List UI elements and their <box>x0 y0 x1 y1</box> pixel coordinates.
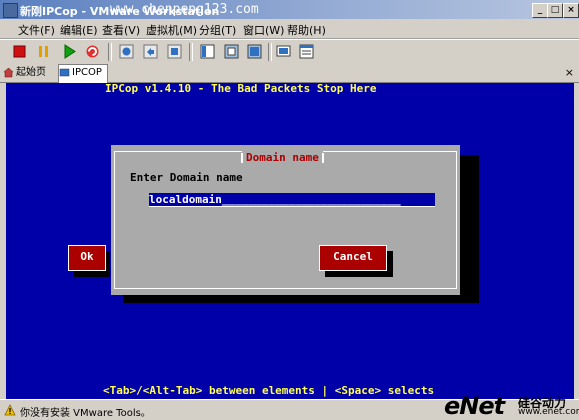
dialog-title: Domain name <box>241 151 324 164</box>
cancel-button[interactable]: Cancel <box>319 245 387 271</box>
tab-ipcop-label: IPCOP <box>72 67 102 78</box>
enet-logo: eNet <box>444 392 505 420</box>
menu-edit[interactable]: 编辑(E) <box>60 22 98 38</box>
dialog-prompt: Enter Domain name <box>130 171 243 184</box>
pause-icon[interactable] <box>35 43 52 60</box>
sidebar-icon[interactable] <box>199 43 216 60</box>
toolbar-separator <box>189 43 193 61</box>
window-title-bar[interactable]: 新刚IPCop - VMware Workstation www.chenpen… <box>0 0 579 19</box>
minimize-button[interactable]: _ <box>532 3 548 18</box>
snapshot-icon[interactable] <box>118 43 135 60</box>
full-screen-icon[interactable] <box>246 43 263 60</box>
menu-team[interactable]: 分组(T) <box>199 22 236 38</box>
tab-ipcop[interactable]: IPCOP <box>58 64 108 83</box>
reset-icon[interactable] <box>84 43 101 60</box>
revert-snapshot-icon[interactable] <box>142 43 159 60</box>
tab-bar: 起始页 IPCOP × <box>0 64 579 83</box>
watermark: www.chenpeng123.com <box>110 2 259 17</box>
home-icon <box>3 67 14 77</box>
close-button[interactable]: × <box>563 3 579 18</box>
domain-name-dialog: Domain name Enter Domain name localdomai… <box>111 145 460 295</box>
toolbar-separator <box>108 43 112 61</box>
domain-name-input[interactable]: localdomain___________________________ <box>149 193 435 207</box>
summary-view-icon[interactable] <box>298 43 315 60</box>
enet-brand: eNet 硅谷动力 www.enet.com.cn <box>444 392 579 420</box>
console-footer: <Tab>/<Alt-Tab> between elements | <Spac… <box>103 384 435 397</box>
menu-view[interactable]: 查看(V) <box>102 22 140 38</box>
toolbar <box>0 39 579 65</box>
warning-icon <box>4 404 16 416</box>
vmware-app-icon <box>3 3 18 18</box>
tab-home-label: 起始页 <box>16 67 46 78</box>
snapshot-manager-icon[interactable] <box>166 43 183 60</box>
ok-button[interactable]: Ok <box>68 245 106 271</box>
console-header: IPCop v1.4.10 - The Bad Packets Stop Her… <box>105 83 377 95</box>
vm-console[interactable]: IPCop v1.4.10 - The Bad Packets Stop Her… <box>6 83 574 399</box>
toolbar-separator <box>268 43 272 61</box>
power-on-icon[interactable] <box>61 43 78 60</box>
enet-brand-url: www.enet.com.cn <box>518 407 579 417</box>
menu-file[interactable]: 文件(F) <box>18 22 55 38</box>
domain-name-fill: ___________________________ <box>221 193 401 206</box>
domain-name-value: localdomain <box>149 193 222 206</box>
console-view-icon[interactable] <box>275 43 292 60</box>
vmware-tools-status[interactable]: 你没有安装 VMware Tools。 <box>20 404 151 419</box>
menu-window[interactable]: 窗口(W) <box>243 22 284 38</box>
power-off-icon[interactable] <box>11 43 28 60</box>
maximize-button[interactable]: □ <box>547 3 563 18</box>
menu-bar: 文件(F) 编辑(E) 查看(V) 虚拟机(M) 分组(T) 窗口(W) 帮助(… <box>0 19 579 39</box>
quick-switch-icon[interactable] <box>223 43 240 60</box>
close-tab-icon[interactable]: × <box>565 67 574 78</box>
vm-icon <box>59 68 70 76</box>
status-bar: 你没有安装 VMware Tools。 eNet 硅谷动力 www.enet.c… <box>0 392 579 420</box>
menu-vm[interactable]: 虚拟机(M) <box>146 22 197 38</box>
tab-home[interactable]: 起始页 <box>3 65 53 81</box>
menu-help[interactable]: 帮助(H) <box>287 22 326 38</box>
